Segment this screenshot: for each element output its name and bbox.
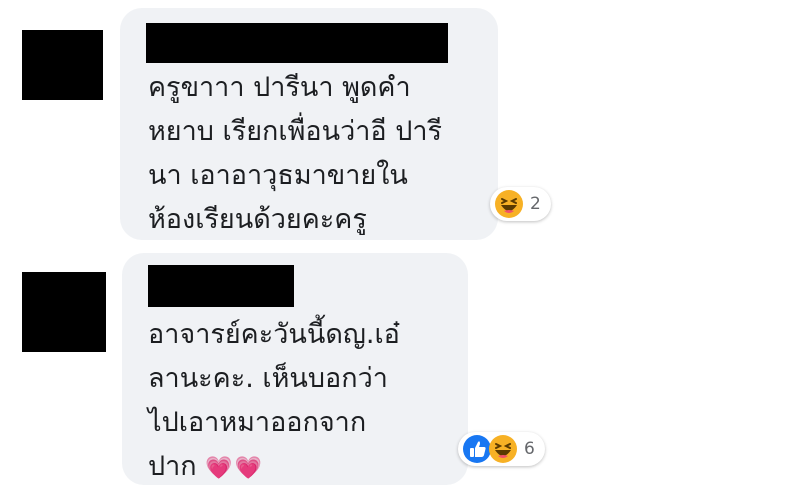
reaction-summary[interactable]: 6 bbox=[458, 432, 545, 466]
reaction-count: 6 bbox=[524, 439, 535, 459]
comment-text-body: อาจารย์คะวันนี้ดญ.เอ๋ ลานะคะ. เห็นบอกว่า… bbox=[148, 319, 400, 482]
heart-emoji: 💗💗 bbox=[205, 456, 265, 481]
avatar[interactable] bbox=[22, 30, 103, 100]
redacted-author-name[interactable] bbox=[148, 265, 294, 307]
comment-text: อาจารย์คะวันนี้ดญ.เอ๋ ลานะคะ. เห็นบอกว่า… bbox=[148, 313, 463, 491]
haha-icon bbox=[494, 189, 524, 219]
redacted-author-name[interactable] bbox=[146, 23, 448, 63]
reaction-summary[interactable]: 2 bbox=[490, 187, 551, 221]
reaction-count: 2 bbox=[530, 194, 541, 214]
avatar[interactable] bbox=[22, 272, 106, 352]
comment-text: ครูขาาา ปารีนา พูดคำ หยาบ เรียกเพื่อนว่า… bbox=[148, 72, 443, 235]
comment-bubble: อาจารย์คะวันนี้ดญ.เอ๋ ลานะคะ. เห็นบอกว่า… bbox=[122, 253, 468, 485]
comment-bubble: ครูขาาา ปารีนา พูดคำ หยาบ เรียกเพื่อนว่า… bbox=[120, 8, 498, 240]
haha-icon bbox=[488, 434, 518, 464]
